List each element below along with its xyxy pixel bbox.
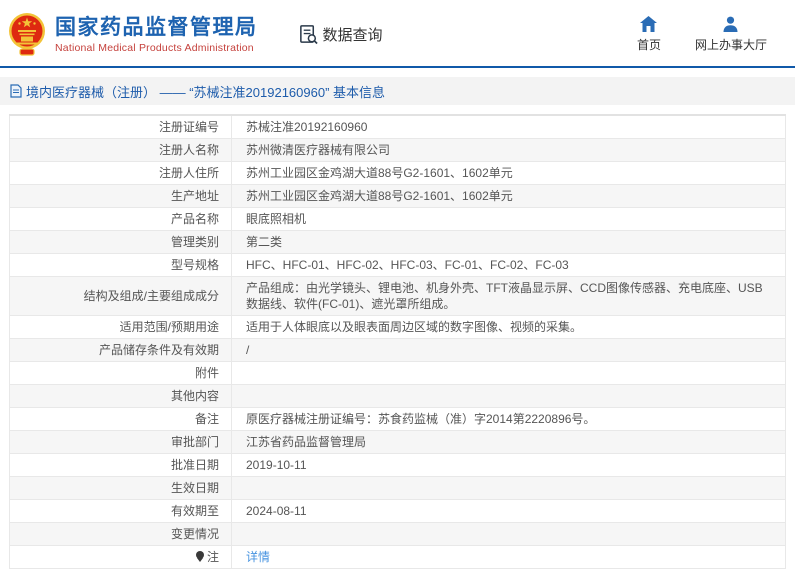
row-label: 其他内容 bbox=[9, 384, 232, 408]
data-query-label: 数据查询 bbox=[322, 26, 383, 44]
page-header: 国家药品监督管理局 National Medical Products Admi… bbox=[0, 0, 795, 68]
table-row: 型号规格 HFC、HFC-01、HFC-02、HFC-03、FC-01、FC-02… bbox=[9, 253, 786, 277]
row-label: 注册证编号 bbox=[9, 114, 232, 139]
note-pin-icon bbox=[195, 551, 204, 562]
nav-home[interactable]: 首页 bbox=[636, 15, 661, 53]
nav-service-hall-label: 网上办事大厅 bbox=[694, 37, 767, 52]
row-value bbox=[231, 522, 786, 546]
row-value: 适用于人体眼底以及眼表面周边区域的数字图像、视频的采集。 bbox=[231, 315, 786, 339]
table-row: 生产地址 苏州工业园区金鸡湖大道88号G2-1601、1602单元 bbox=[9, 184, 786, 208]
data-query-icon bbox=[299, 24, 318, 44]
page-title: 境内医疗器械（注册） —— “苏械注准20192160960” 基本信息 bbox=[26, 84, 386, 100]
row-label: 审批部门 bbox=[9, 430, 232, 454]
row-value: 2024-08-11 bbox=[231, 499, 786, 523]
row-label: 管理类别 bbox=[9, 230, 232, 254]
row-value: HFC、HFC-01、HFC-02、HFC-03、FC-01、FC-02、FC-… bbox=[231, 253, 786, 277]
org-name: 国家药品监督管理局 bbox=[55, 15, 258, 39]
header-nav: 首页 网上办事大厅 bbox=[636, 15, 767, 53]
row-value: / bbox=[231, 338, 786, 362]
row-value: 第二类 bbox=[231, 230, 786, 254]
row-value bbox=[231, 384, 786, 408]
table-row: 有效期至 2024-08-11 bbox=[9, 499, 786, 523]
user-icon bbox=[723, 16, 738, 32]
table-row: 注册证编号 苏械注准20192160960 bbox=[9, 114, 786, 139]
row-label: 产品储存条件及有效期 bbox=[9, 338, 232, 362]
row-label: 批准日期 bbox=[9, 453, 232, 477]
row-label: 有效期至 bbox=[9, 499, 232, 523]
row-value: 江苏省药品监督管理局 bbox=[231, 430, 786, 454]
row-value bbox=[231, 361, 786, 385]
row-value: 苏州工业园区金鸡湖大道88号G2-1601、1602单元 bbox=[231, 184, 786, 208]
row-label: 适用范围/预期用途 bbox=[9, 315, 232, 339]
table-row: 结构及组成/主要组成成分 产品组成：由光学镜头、锂电池、机身外壳、TFT液晶显示屏… bbox=[9, 276, 786, 316]
document-icon bbox=[10, 84, 22, 98]
table-row: 批准日期 2019-10-11 bbox=[9, 453, 786, 477]
national-emblem-icon bbox=[9, 13, 45, 56]
nav-service-hall[interactable]: 网上办事大厅 bbox=[695, 16, 767, 53]
row-value: 详情 bbox=[231, 545, 786, 569]
table-row: 注详情 bbox=[9, 545, 786, 569]
table-row: 注册人住所 苏州工业园区金鸡湖大道88号G2-1601、1602单元 bbox=[9, 161, 786, 185]
row-label: 结构及组成/主要组成成分 bbox=[9, 276, 232, 316]
nav-home-label: 首页 bbox=[636, 37, 661, 52]
table-row: 产品名称 眼底照相机 bbox=[9, 207, 786, 231]
org-name-english: National Medical Products Administration bbox=[55, 41, 254, 54]
row-label: 变更情况 bbox=[9, 522, 232, 546]
row-label: 生产地址 bbox=[9, 184, 232, 208]
detail-link[interactable]: 详情 bbox=[246, 550, 270, 564]
row-label: 型号规格 bbox=[9, 253, 232, 277]
row-label: 备注 bbox=[9, 407, 232, 431]
row-value: 苏州工业园区金鸡湖大道88号G2-1601、1602单元 bbox=[231, 161, 786, 185]
row-value bbox=[231, 476, 786, 500]
table-row: 生效日期 bbox=[9, 476, 786, 500]
table-row: 管理类别 第二类 bbox=[9, 230, 786, 254]
row-label: 产品名称 bbox=[9, 207, 232, 231]
row-value: 眼底照相机 bbox=[231, 207, 786, 231]
row-label: 注 bbox=[9, 545, 232, 569]
page-title-bar: 境内医疗器械（注册） —— “苏械注准20192160960” 基本信息 bbox=[0, 77, 795, 105]
table-row: 注册人名称 苏州微清医疗器械有限公司 bbox=[9, 138, 786, 162]
brand[interactable]: 国家药品监督管理局 National Medical Products Admi… bbox=[55, 15, 258, 54]
row-label: 注册人名称 bbox=[9, 138, 232, 162]
table-row: 变更情况 bbox=[9, 522, 786, 546]
table-row: 审批部门 江苏省药品监督管理局 bbox=[9, 430, 786, 454]
table-row: 附件 bbox=[9, 361, 786, 385]
table-row: 其他内容 bbox=[9, 384, 786, 408]
row-label: 附件 bbox=[9, 361, 232, 385]
table-row: 适用范围/预期用途 适用于人体眼底以及眼表面周边区域的数字图像、视频的采集。 bbox=[9, 315, 786, 339]
data-query-menu[interactable]: 数据查询 bbox=[298, 24, 383, 45]
row-value: 苏州微清医疗器械有限公司 bbox=[231, 138, 786, 162]
home-icon bbox=[640, 15, 658, 32]
table-row: 产品储存条件及有效期 / bbox=[9, 338, 786, 362]
row-value: 苏械注准20192160960 bbox=[231, 114, 786, 139]
info-table-body: 注册证编号 苏械注准20192160960 注册人名称 苏州微清医疗器械有限公司 注册人… bbox=[9, 114, 786, 569]
table-row: 备注 原医疗器械注册证编号：苏食药监械（准）字2014第2220896号。 bbox=[9, 407, 786, 431]
registration-info-table: 注册证编号 苏械注准20192160960 注册人名称 苏州微清医疗器械有限公司 注册人… bbox=[9, 114, 786, 569]
row-value: 原医疗器械注册证编号：苏食药监械（准）字2014第2220896号。 bbox=[231, 407, 786, 431]
row-value: 产品组成：由光学镜头、锂电池、机身外壳、TFT液晶显示屏、CCD图像传感器、充电… bbox=[231, 276, 786, 316]
row-label: 生效日期 bbox=[9, 476, 232, 500]
row-label: 注册人住所 bbox=[9, 161, 232, 185]
row-value: 2019-10-11 bbox=[231, 453, 786, 477]
